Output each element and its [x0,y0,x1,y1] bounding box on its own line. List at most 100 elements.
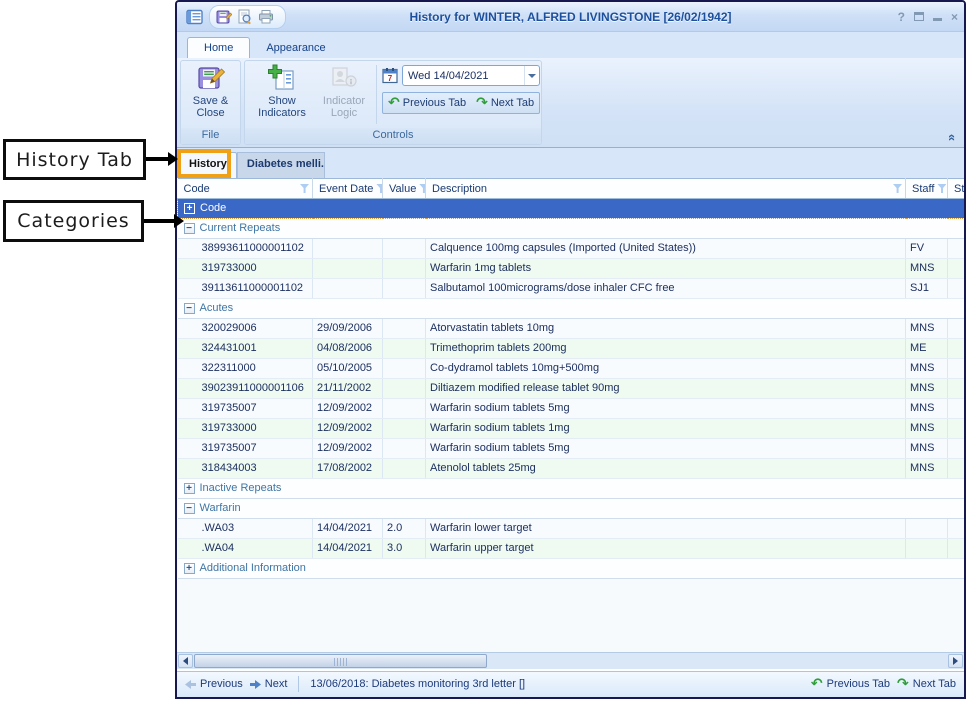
save-button[interactable] [215,8,233,26]
group-label: Inactive Repeats [200,482,282,494]
cell-date: 14/04/2021 [313,539,383,559]
column-header-code[interactable]: Code [178,179,313,199]
cell-desc: Atenolol tablets 25mg [426,459,906,479]
table-row[interactable]: 32231100005/10/2005Co-dydramol tablets 1… [178,359,965,379]
ribbon-tab-strip: Home Appearance [177,32,964,58]
minimize-button[interactable] [933,18,942,21]
ribbon-tab-home[interactable]: Home [187,37,250,58]
cell-value [383,279,426,299]
horizontal-scrollbar[interactable] [177,652,964,669]
screenshot-canvas: { "annotations": { "history_tab": "Histo… [0,0,968,701]
cell-code: 322311000 [178,359,313,379]
date-picker[interactable]: Wed 14/04/2021 [402,65,540,86]
restore-button[interactable] [914,12,924,21]
table-row[interactable]: 32002900629/09/2006Atorvastatin tablets … [178,319,965,339]
scrollbar-thumb[interactable] [194,654,487,668]
expand-icon[interactable]: + [184,563,195,574]
scroll-left-button[interactable] [178,654,193,668]
double-chevron-up-icon: « [945,134,960,141]
scrollbar-grip [334,658,348,666]
table-row[interactable]: .WA0414/04/20213.0Warfarin upper target [178,539,965,559]
ribbon-tab-appearance[interactable]: Appearance [250,38,341,58]
print-preview-button[interactable] [236,8,254,26]
svg-text:7: 7 [388,74,393,83]
print-button[interactable] [257,8,275,26]
cell-staff: SJ1 [906,279,948,299]
indicator-logic-label-2: Logic [331,107,357,119]
status-next-tab-button[interactable]: ↷ Next Tab [897,677,956,691]
collapse-icon[interactable]: − [184,303,195,314]
group-row-selected[interactable]: + Code [178,199,965,219]
filter-icon[interactable] [376,184,382,193]
table-row[interactable]: 31973300012/09/2002Warfarin sodium table… [178,419,965,439]
group-row[interactable]: +Additional Information [178,559,965,579]
table-row[interactable]: 31843400317/08/2002Atenolol tablets 25mg… [178,459,965,479]
column-header-staff[interactable]: Staff [906,179,948,199]
group-row[interactable]: + Inactive Repeats [178,479,965,499]
annotation-categories-label: Categories [17,210,129,232]
table-row[interactable]: 31973500712/09/2002Warfarin sodium table… [178,439,965,459]
table-row[interactable]: 38993611000001102Calquence 100mg capsule… [178,239,965,259]
app-menu-button[interactable] [183,7,206,27]
table-row[interactable]: 32443100104/08/2006Trimethoprim tablets … [178,339,965,359]
cell-desc: Warfarin sodium tablets 1mg [426,419,906,439]
previous-record-button[interactable]: Previous [185,678,243,690]
status-next-tab-label: Next Tab [913,678,956,690]
collapse-icon[interactable]: − [184,503,195,514]
cell-date: 14/04/2021 [313,519,383,539]
group-row[interactable]: −Current Repeats [178,219,965,239]
group-row[interactable]: −Acutes [178,299,965,319]
curved-arrow-right-icon: ↷ [476,96,488,110]
close-button[interactable]: × [951,11,958,23]
column-header-event-date[interactable]: Event Date [313,179,383,199]
previous-tab-button[interactable]: ↶ Previous Tab [383,93,471,113]
next-tab-button[interactable]: ↷ Next Tab [471,93,539,113]
filter-icon[interactable] [937,184,946,193]
indicator-logic-label-1: Indicator [323,95,365,107]
column-header-description[interactable]: Description [426,179,906,199]
cell-value [383,239,426,259]
table-row[interactable]: 39113611000001102Salbutamol 100microgram… [178,279,965,299]
group-label: Code [200,202,226,214]
collapse-ribbon-button[interactable]: « [949,130,956,145]
help-button[interactable]: ? [898,11,905,23]
filter-icon[interactable] [300,184,309,193]
save-and-close-button[interactable]: Save & Close [181,61,240,119]
indicator-logic-button[interactable]: Indicator Logic [313,61,375,119]
group-row[interactable]: −Warfarin [178,499,965,519]
cell-desc: Warfarin upper target [426,539,906,559]
collapse-icon[interactable]: − [184,223,195,234]
status-previous-tab-button[interactable]: ↶ Previous Tab [811,677,890,691]
table-row[interactable]: 3902391100000110621/11/2002Diltiazem mod… [178,379,965,399]
column-label: Description [432,183,487,195]
filter-icon[interactable] [893,184,902,193]
triangle-left-icon [183,657,188,665]
date-picker-value: Wed 14/04/2021 [403,70,524,82]
cell-code: 319735007 [178,399,313,419]
grid-header-row: Code Event Date Value Description Staff … [178,179,965,199]
filter-icon[interactable] [419,184,425,193]
triangle-right-icon [953,657,958,665]
show-indicators-label-1: Show [268,95,296,107]
expand-icon[interactable]: + [184,483,195,494]
show-indicators-button[interactable]: Show Indicators [251,61,313,119]
cell-staff: MNS [906,419,948,439]
column-header-value[interactable]: Value [383,179,426,199]
tab-diabetes[interactable]: Diabetes melli... [237,152,325,178]
expand-icon[interactable]: + [184,203,195,214]
date-picker-dropdown[interactable] [524,66,539,85]
column-header-status[interactable]: St... [948,179,965,199]
ribbon-group-file: Save & Close File [180,60,241,145]
cell-code: 320029006 [178,319,313,339]
table-row[interactable]: .WA0314/04/20212.0Warfarin lower target [178,519,965,539]
scroll-right-button[interactable] [948,654,963,668]
annotation-history-tab: History Tab [3,139,146,180]
save-icon [216,9,232,25]
next-record-button[interactable]: Next [250,678,288,690]
table-row[interactable]: 31973500712/09/2002Warfarin sodium table… [178,399,965,419]
divider [298,676,299,692]
tab-history[interactable]: History [179,152,237,178]
cell-staff: ME [906,339,948,359]
table-row[interactable]: 319733000Warfarin 1mg tabletsMNS [178,259,965,279]
cell-staff [906,519,948,539]
